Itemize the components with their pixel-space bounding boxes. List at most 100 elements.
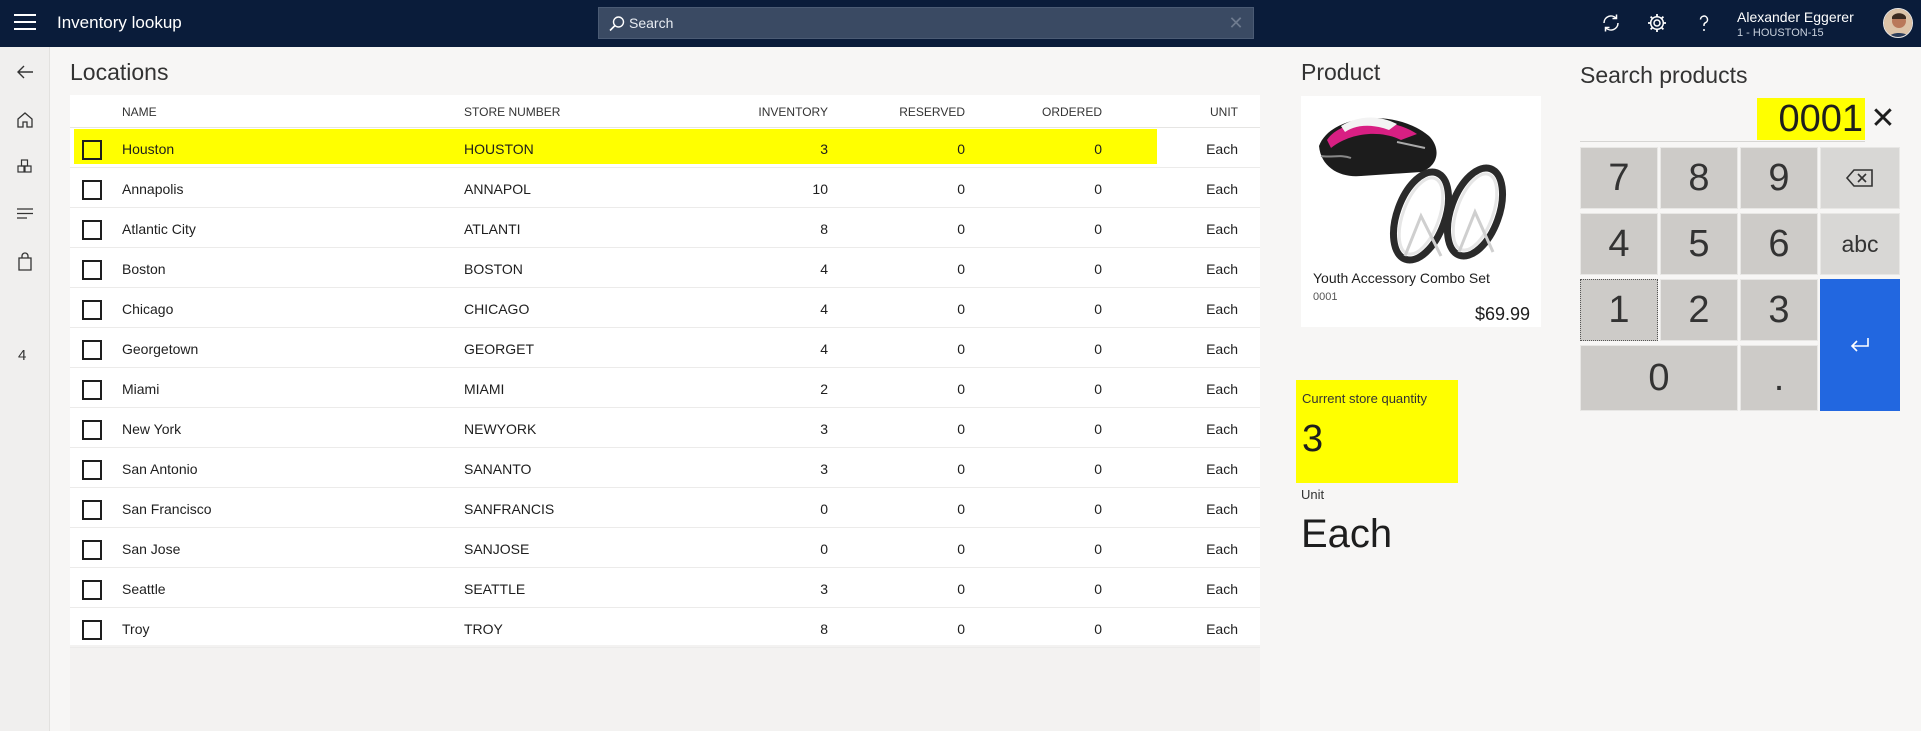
ordered-value: 0 xyxy=(1094,621,1102,637)
table-row[interactable]: Houston HOUSTON 3 0 0 Each xyxy=(70,128,1260,168)
table-row[interactable]: Atlantic City ATLANTI 8 0 0 Each xyxy=(70,208,1260,248)
reserved-value: 0 xyxy=(957,461,965,477)
numpad-clear-icon[interactable]: ✕ xyxy=(1868,102,1898,136)
inventory-value: 4 xyxy=(820,301,828,317)
unit-cell: Each xyxy=(1206,541,1238,557)
gear-icon[interactable] xyxy=(1645,11,1669,35)
store-number: ANNAPOL xyxy=(464,181,531,197)
inventory-value: 10 xyxy=(812,181,828,197)
backspace-icon xyxy=(1845,169,1873,187)
numpad-key-1[interactable]: 1 xyxy=(1580,279,1658,341)
row-checkbox[interactable] xyxy=(82,300,102,320)
reserved-value: 0 xyxy=(957,221,965,237)
column-header-name[interactable]: NAME xyxy=(122,105,157,119)
row-checkbox[interactable] xyxy=(82,260,102,280)
numpad-key-4[interactable]: 4 xyxy=(1580,213,1658,275)
ordered-value: 0 xyxy=(1094,381,1102,397)
table-row[interactable]: San Jose SANJOSE 0 0 0 Each xyxy=(70,528,1260,568)
store-number: CHICAGO xyxy=(464,301,530,317)
home-icon[interactable] xyxy=(13,108,37,132)
back-arrow-icon[interactable] xyxy=(13,60,37,84)
column-header-inventory[interactable]: INVENTORY xyxy=(738,105,828,119)
abc-button[interactable]: abc xyxy=(1820,213,1900,275)
table-row[interactable]: Annapolis ANNAPOL 10 0 0 Each xyxy=(70,168,1260,208)
user-photo-icon xyxy=(1884,9,1912,37)
search-input[interactable] xyxy=(629,8,1209,38)
backspace-button[interactable] xyxy=(1820,147,1900,209)
table-row[interactable]: Chicago CHICAGO 4 0 0 Each xyxy=(70,288,1260,328)
row-checkbox[interactable] xyxy=(82,620,102,640)
column-header-unit[interactable]: UNIT xyxy=(1170,105,1238,119)
table-row[interactable]: San Antonio SANANTO 3 0 0 Each xyxy=(70,448,1260,488)
column-header-reserved[interactable]: RESERVED xyxy=(873,105,965,119)
table-row[interactable]: Boston BOSTON 4 0 0 Each xyxy=(70,248,1260,288)
table-row[interactable]: Georgetown GEORGET 4 0 0 Each xyxy=(70,328,1260,368)
inventory-value: 3 xyxy=(820,421,828,437)
numpad-input[interactable]: 0001 xyxy=(1580,96,1865,142)
location-name: Atlantic City xyxy=(122,221,196,237)
current-store-quantity-value: 3 xyxy=(1302,418,1324,460)
avatar[interactable] xyxy=(1883,8,1913,38)
refresh-icon[interactable] xyxy=(1599,11,1623,35)
row-checkbox[interactable] xyxy=(82,340,102,360)
numpad-key-6[interactable]: 6 xyxy=(1740,213,1818,275)
numpad-key-3[interactable]: 3 xyxy=(1740,279,1818,341)
column-header-store-number[interactable]: STORE NUMBER xyxy=(464,105,560,119)
store-number: SANJOSE xyxy=(464,541,530,557)
ordered-value: 0 xyxy=(1094,341,1102,357)
numpad-key-decimal[interactable]: . xyxy=(1740,345,1818,411)
row-checkbox[interactable] xyxy=(82,220,102,240)
unit-cell: Each xyxy=(1206,381,1238,397)
table-row[interactable]: Troy TROY 8 0 0 Each xyxy=(70,608,1260,648)
reserved-value: 0 xyxy=(957,141,965,157)
hamburger-menu-icon[interactable] xyxy=(14,14,36,32)
row-checkbox[interactable] xyxy=(82,580,102,600)
column-header-ordered[interactable]: ORDERED xyxy=(1011,105,1102,119)
product-title: Product xyxy=(1301,59,1381,85)
numpad-key-8[interactable]: 8 xyxy=(1660,147,1738,209)
ordered-value: 0 xyxy=(1094,461,1102,477)
reserved-value: 0 xyxy=(957,381,965,397)
location-name: Boston xyxy=(122,261,166,277)
table-row[interactable]: San Francisco SANFRANCIS 0 0 0 Each xyxy=(70,488,1260,528)
row-checkbox[interactable] xyxy=(82,500,102,520)
row-checkbox[interactable] xyxy=(82,420,102,440)
location-name: Miami xyxy=(122,381,160,397)
table-row[interactable]: Seattle SEATTLE 3 0 0 Each xyxy=(70,568,1260,608)
row-checkbox[interactable] xyxy=(82,180,102,200)
shopping-bag-icon[interactable] xyxy=(13,250,37,274)
reserved-value: 0 xyxy=(957,621,965,637)
numpad-input-value: 0001 xyxy=(1778,98,1863,140)
row-checkbox[interactable] xyxy=(82,540,102,560)
store-number: SANANTO xyxy=(464,461,532,477)
row-checkbox[interactable] xyxy=(82,140,102,160)
cart-count-badge[interactable]: 4 xyxy=(18,347,26,364)
search-clear-icon[interactable]: ✕ xyxy=(1227,14,1245,32)
products-icon[interactable] xyxy=(13,155,37,179)
app-title: Inventory lookup xyxy=(57,13,182,32)
row-checkbox[interactable] xyxy=(82,380,102,400)
table-row[interactable]: New York NEWYORK 3 0 0 Each xyxy=(70,408,1260,448)
row-highlight xyxy=(74,129,1157,164)
reserved-value: 0 xyxy=(957,541,965,557)
product-card[interactable]: Youth Accessory Combo Set 0001 $69.99 xyxy=(1301,96,1541,327)
search-box[interactable]: ✕ xyxy=(598,7,1254,39)
table-row[interactable]: Miami MIAMI 2 0 0 Each xyxy=(70,368,1260,408)
user-name[interactable]: Alexander Eggerer xyxy=(1737,9,1854,25)
numpad-key-9[interactable]: 9 xyxy=(1740,147,1818,209)
list-icon[interactable] xyxy=(13,202,37,226)
inventory-value: 8 xyxy=(820,621,828,637)
help-icon[interactable] xyxy=(1692,11,1716,35)
ordered-value: 0 xyxy=(1094,301,1102,317)
store-number: NEWYORK xyxy=(464,421,537,437)
location-name: Troy xyxy=(122,621,150,637)
unit-cell: Each xyxy=(1206,181,1238,197)
numpad-key-7[interactable]: 7 xyxy=(1580,147,1658,209)
store-number: HOUSTON xyxy=(464,141,534,157)
numpad-key-0[interactable]: 0 xyxy=(1580,345,1738,411)
location-name: Chicago xyxy=(122,301,174,317)
enter-button[interactable] xyxy=(1820,279,1900,411)
numpad-key-5[interactable]: 5 xyxy=(1660,213,1738,275)
numpad-key-2[interactable]: 2 xyxy=(1660,279,1738,341)
row-checkbox[interactable] xyxy=(82,460,102,480)
